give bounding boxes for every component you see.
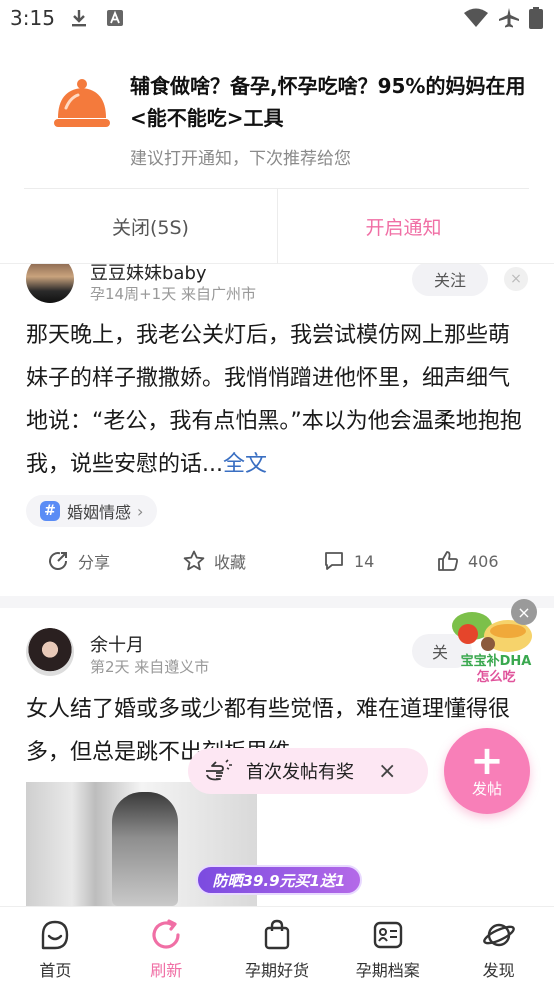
status-time: 3:15: [10, 6, 55, 30]
first-post-tip[interactable]: 首次发帖有奖 ×: [188, 748, 428, 794]
home-face-icon: [42, 920, 69, 950]
thumbs-up-icon: [438, 551, 458, 571]
bell-cloche-icon: [54, 79, 110, 127]
airplane-icon: [499, 8, 519, 28]
post-meta: 孕14周+1天 来自广州市: [90, 285, 256, 303]
tip-text: 首次发帖有奖: [246, 762, 354, 783]
tab-goods[interactable]: 孕期好货: [222, 907, 333, 984]
share-label: 分享: [78, 553, 111, 572]
notification-prompt: 辅食做啥？备孕,怀孕吃啥？95%的妈妈在用<能不能吃>工具 建议打开通知，下次推…: [0, 38, 554, 264]
image-figure: [112, 792, 178, 906]
read-more-link[interactable]: 全文: [223, 452, 267, 477]
comment-icon: [325, 552, 343, 570]
share-icon: [49, 552, 68, 570]
create-post-label: 发帖: [471, 779, 502, 798]
create-post-button[interactable]: + 发帖: [444, 728, 530, 814]
chevron-right-icon: ›: [137, 501, 144, 521]
bottom-tab-bar: 首页 刷新 孕期好货 孕期档案 发现: [0, 906, 554, 984]
close-notification-button[interactable]: 关闭(5S): [24, 188, 277, 264]
follow-button[interactable]: 关注: [412, 262, 488, 296]
status-bar: 3:15: [0, 0, 554, 38]
tab-discover[interactable]: 发现: [443, 907, 554, 984]
post-meta: 第2天 来自遵义市: [90, 658, 210, 676]
comment-button[interactable]: 14: [322, 549, 374, 573]
plus-icon: +: [470, 737, 504, 784]
post-text: 那天晚上，我老公关灯后，我尝试模仿网上那些萌妹子的样子撒撒娇。我悄悄蹭进他怀里，…: [26, 323, 522, 477]
tab-home-label: 首页: [39, 961, 72, 980]
battery-icon: [529, 7, 543, 29]
wifi-icon: [464, 8, 488, 27]
topic-tag[interactable]: # 婚姻情感 ›: [26, 495, 158, 527]
like-count: 406: [468, 551, 499, 571]
pointing-hand-icon: [206, 759, 232, 781]
tab-records[interactable]: 孕期档案: [332, 907, 443, 984]
planet-icon: [482, 923, 515, 947]
tab-refresh-label: 刷新: [150, 961, 183, 980]
app-screen: 3:15 辅食做啥？备孕,怀孕吃啥？95%的妈妈在用<能不能吃>工具 建议打开通…: [0, 0, 554, 984]
ad-title: 宝宝补DHA: [460, 654, 532, 669]
profile-card-icon: [373, 921, 402, 949]
share-button[interactable]: 分享: [46, 549, 110, 573]
notification-subtitle: 建议打开通知，下次推荐给您: [130, 149, 351, 169]
font-app-icon: [107, 10, 123, 26]
post-username[interactable]: 余十月: [90, 631, 144, 657]
star-icon: [183, 550, 205, 571]
topic-tag-label: 婚姻情感: [67, 503, 132, 522]
tab-home[interactable]: 首页: [0, 907, 111, 984]
hashtag-icon: #: [40, 501, 60, 521]
notification-title: 辅食做啥？备孕,怀孕吃啥？95%的妈妈在用<能不能吃>工具: [130, 74, 526, 130]
favorite-button[interactable]: 收藏: [182, 549, 246, 573]
favorite-label: 收藏: [214, 553, 247, 572]
enable-notification-button[interactable]: 开启通知: [278, 188, 529, 264]
avatar[interactable]: [26, 628, 74, 676]
refresh-icon: [152, 919, 180, 949]
like-button[interactable]: 406: [436, 549, 499, 573]
tab-refresh[interactable]: 刷新: [111, 907, 222, 984]
tab-discover-label: 发现: [482, 961, 515, 980]
close-tip-button[interactable]: ×: [378, 759, 396, 784]
download-icon: [72, 10, 86, 27]
shopping-bag-icon: [264, 919, 290, 950]
dismiss-post-button[interactable]: ×: [504, 267, 528, 291]
close-icon: ×: [517, 602, 531, 622]
close-ad-button[interactable]: ×: [511, 599, 537, 625]
ad-subtitle: 怎么吃: [476, 670, 516, 685]
tab-goods-label: 孕期好货: [244, 961, 309, 980]
comment-count: 14: [354, 551, 375, 571]
tab-records-label: 孕期档案: [355, 961, 420, 980]
promo-badge[interactable]: 防晒39.9元买1送1: [196, 865, 362, 895]
post-body[interactable]: 那天晚上，我老公关灯后，我尝试模仿网上那些萌妹子的样子撒撒娇。我悄悄蹭进他怀里，…: [26, 314, 530, 486]
